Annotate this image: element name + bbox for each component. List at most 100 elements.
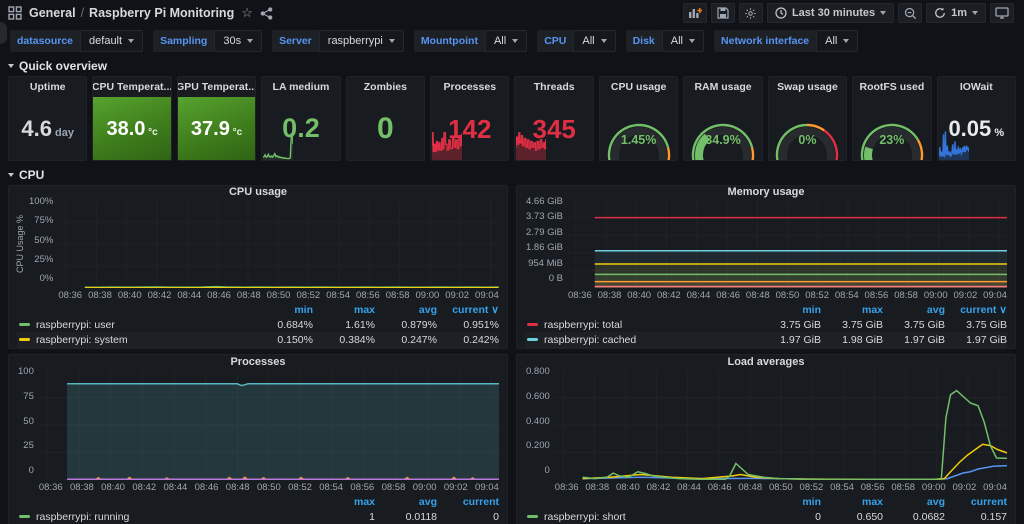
x-tick: 09:00 [416, 290, 440, 302]
panel-title[interactable]: RAM usage [684, 77, 761, 97]
legend-column-header-max[interactable]: max [313, 496, 375, 508]
sidebar-toggle-handle[interactable] [0, 22, 7, 44]
section-header-quick-overview[interactable]: Quick overview [0, 58, 1024, 76]
legend-column-header-current[interactable]: current [437, 496, 499, 508]
time-range-picker[interactable]: Last 30 minutes [767, 3, 894, 23]
legend-row: raspberrypi: cached1.97 GiB1.98 GiB1.97 … [525, 332, 1007, 347]
panel-title[interactable]: Processes [9, 355, 507, 368]
panel-title[interactable]: Zombies [347, 77, 424, 97]
legend-column-header-max[interactable]: max [821, 304, 883, 316]
x-tick: 09:02 [953, 482, 977, 494]
plot-area[interactable] [58, 200, 499, 288]
variable-value-dropdown[interactable]: All [662, 30, 704, 52]
x-tick: 08:40 [627, 290, 651, 302]
legend-series-swatch[interactable] [19, 338, 30, 341]
legend-series-swatch[interactable] [19, 515, 30, 518]
legend-row-clipped [17, 347, 499, 349]
plot-area[interactable] [555, 370, 1007, 480]
variable-value-dropdown[interactable]: All [816, 30, 858, 52]
y-tick: 0 B [549, 273, 563, 284]
stat-value: 0.2 [282, 115, 320, 142]
dashboards-grid-icon[interactable] [8, 6, 22, 20]
legend-column-header-min[interactable]: min [759, 304, 821, 316]
gauge-value: 0% [769, 133, 846, 147]
variable-value-dropdown[interactable]: 30s [214, 30, 262, 52]
breadcrumb-section[interactable]: General [29, 6, 76, 20]
legend-column-header-max[interactable]: max [313, 304, 375, 316]
variable-value-dropdown[interactable]: All [485, 30, 527, 52]
legend-column-header-avg[interactable]: avg [883, 496, 945, 508]
section-header-cpu[interactable]: CPU [0, 167, 1024, 185]
legend-series-name[interactable]: raspberrypi: cached [544, 334, 759, 346]
legend-series-swatch[interactable] [527, 323, 538, 326]
variable-value-dropdown[interactable]: All [573, 30, 615, 52]
panel-title[interactable]: LA medium [262, 77, 339, 97]
legend-series-swatch[interactable] [19, 323, 30, 326]
panel-title[interactable]: Uptime [9, 77, 86, 97]
legend-series-swatch[interactable] [527, 338, 538, 341]
x-tick: 08:46 [195, 482, 219, 494]
legend-series-name[interactable]: raspberrypi: user [36, 319, 251, 331]
stat-unit: °c [230, 127, 242, 138]
legend-column-header-min[interactable]: min [759, 496, 821, 508]
y-tick: 75 [23, 391, 34, 402]
legend-column-header-current[interactable]: current [945, 496, 1007, 508]
legend-series-name[interactable]: raspberrypi: system [36, 334, 251, 346]
panel-title[interactable]: IOWait [938, 77, 1015, 97]
refresh-picker[interactable]: 1m [926, 3, 986, 23]
legend-column-header-avg[interactable]: avg [883, 304, 945, 316]
plot-area[interactable] [568, 200, 1007, 288]
legend-series-name[interactable]: raspberrypi: running [36, 511, 313, 523]
legend-column-header-min[interactable]: min [251, 304, 313, 316]
kiosk-mode-monitor-icon[interactable] [990, 3, 1014, 23]
panel-title[interactable]: Threads [515, 77, 592, 97]
panel-title[interactable]: CPU usage [600, 77, 677, 97]
zoom-out-time-button[interactable] [898, 3, 922, 23]
panel-title[interactable]: CPU Temperat... [93, 77, 170, 97]
y-axis-label: CPU Usage % [15, 200, 26, 288]
variable-value-dropdown[interactable]: default [80, 30, 143, 52]
collapse-chevron-icon [8, 64, 14, 68]
panel-title[interactable]: GPU Temperat... [178, 77, 255, 97]
stat-value: 345 [533, 116, 576, 142]
legend-series-swatch[interactable] [527, 515, 538, 518]
gauge-value: 34.9% [684, 133, 761, 147]
share-icon[interactable] [260, 7, 273, 20]
panel-title[interactable]: Memory usage [517, 186, 1015, 198]
panel-title[interactable]: CPU usage [9, 186, 507, 198]
x-tick: 08:44 [677, 482, 701, 494]
variable-value-dropdown[interactable]: raspberrypi [319, 30, 404, 52]
panel-title[interactable]: Processes [431, 77, 508, 97]
legend-column-header-current[interactable]: current ∨ [437, 304, 499, 316]
x-tick: 08:50 [267, 290, 291, 302]
legend-column-header-avg[interactable]: avg [375, 496, 437, 508]
x-tick: 08:58 [894, 290, 918, 302]
save-dashboard-button[interactable] [711, 3, 735, 23]
top-nav: General / Raspberry Pi Monitoring ☆ Last… [0, 0, 1024, 26]
dashboard-settings-gear-icon[interactable] [739, 3, 763, 23]
y-tick: 25% [34, 254, 53, 265]
plot-area[interactable] [39, 370, 499, 480]
legend-column-header-avg[interactable]: avg [375, 304, 437, 316]
y-axis-ticks: 4.66 GiB3.73 GiB2.79 GiB1.86 GiB954 MiB0… [523, 196, 568, 284]
legend-value: 0.951% [437, 319, 499, 331]
star-icon[interactable]: ☆ [241, 5, 253, 21]
breadcrumb[interactable]: General / Raspberry Pi Monitoring [29, 6, 234, 20]
x-tick: 08:54 [835, 290, 859, 302]
panel-title[interactable]: Load averages [517, 355, 1015, 368]
panel-memory-usage-graph: Memory usage 4.66 GiB3.73 GiB2.79 GiB1.8… [516, 185, 1016, 349]
chevron-down-icon [247, 39, 253, 43]
x-tick: 08:40 [101, 482, 125, 494]
legend-series-name[interactable]: raspberrypi: short [544, 511, 759, 523]
y-tick: 3.73 GiB [526, 211, 563, 222]
stat-panel-body: 0.2 [262, 97, 339, 160]
stat-panel-body: 142 [431, 97, 508, 160]
panel-title[interactable]: RootFS used [853, 77, 930, 97]
legend-column-header-current[interactable]: current ∨ [945, 304, 1007, 316]
legend-series-name[interactable]: raspberrypi: total [544, 319, 759, 331]
chevron-down-icon [843, 39, 849, 43]
add-panel-button[interactable] [683, 3, 707, 23]
dashboard-title[interactable]: Raspberry Pi Monitoring [89, 6, 234, 20]
panel-title[interactable]: Swap usage [769, 77, 846, 97]
legend-column-header-max[interactable]: max [821, 496, 883, 508]
